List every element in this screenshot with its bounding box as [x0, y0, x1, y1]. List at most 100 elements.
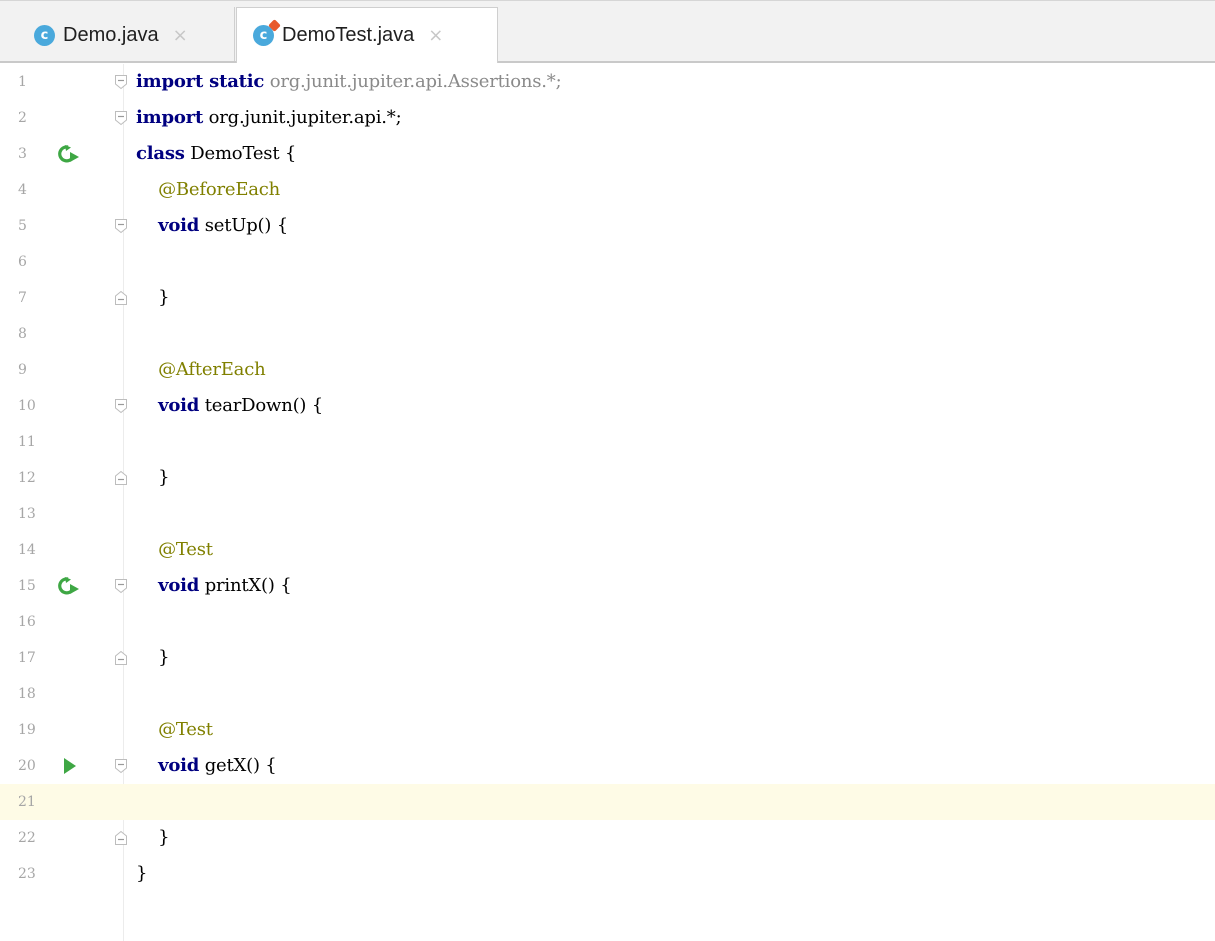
code-line[interactable]: 23}	[0, 856, 1215, 892]
code-line[interactable]: 2 import org.junit.jupiter.api.*;	[0, 100, 1215, 136]
fold-start-icon[interactable]	[113, 398, 129, 414]
code-token: }	[136, 863, 148, 884]
fold-end-icon[interactable]	[113, 290, 129, 306]
keyword-token: void	[158, 755, 200, 776]
fold-start-icon[interactable]	[113, 578, 129, 594]
code-line[interactable]: 18	[0, 676, 1215, 712]
code-line[interactable]: 6	[0, 244, 1215, 280]
code-line[interactable]: 19 @Test	[0, 712, 1215, 748]
line-number: 9	[18, 362, 27, 378]
fold-start-icon[interactable]	[113, 74, 129, 90]
fold-start-icon[interactable]	[113, 110, 129, 126]
line-number: 1	[18, 74, 27, 90]
tab-label: DemoTest.java	[282, 24, 415, 46]
annotation-token: @Test	[136, 539, 213, 560]
code-token: }	[136, 827, 170, 848]
run-test-icon[interactable]	[58, 756, 80, 776]
code-line[interactable]: 13	[0, 496, 1215, 532]
code-line[interactable]: 21	[0, 784, 1215, 820]
code-line[interactable]: 14 @Test	[0, 532, 1215, 568]
fold-end-icon[interactable]	[113, 650, 129, 666]
code-text: void tearDown() {	[136, 388, 323, 424]
code-text: }	[136, 856, 147, 892]
code-line[interactable]: 10 void tearDown() {	[0, 388, 1215, 424]
annotation-token: @AfterEach	[136, 359, 266, 380]
code-line[interactable]: 3 class DemoTest {	[0, 136, 1215, 172]
code-line[interactable]: 20 void getX() {	[0, 748, 1215, 784]
code-token: }	[136, 287, 170, 308]
code-token: org.junit.jupiter.api.*;	[203, 107, 402, 128]
code-token: DemoTest {	[184, 143, 297, 164]
code-text: import org.junit.jupiter.api.*;	[136, 100, 402, 136]
rerun-test-icon[interactable]	[58, 576, 80, 596]
code-token: tearDown() {	[199, 395, 324, 416]
code-line[interactable]: 16	[0, 604, 1215, 640]
keyword-token: import static	[136, 71, 265, 92]
tab-label: Demo.java	[63, 23, 159, 46]
fold-start-icon[interactable]	[113, 218, 129, 234]
line-number: 13	[18, 506, 36, 522]
class-icon: c	[34, 24, 55, 46]
line-number: 12	[18, 470, 36, 486]
close-icon[interactable]: ×	[173, 25, 188, 46]
keyword-token: void	[158, 395, 200, 416]
line-number: 17	[18, 650, 36, 666]
code-line[interactable]: 4 @BeforeEach	[0, 172, 1215, 208]
code-token: }	[136, 647, 170, 668]
keyword-token: import	[136, 107, 204, 128]
keyword-token: void	[158, 575, 200, 596]
fold-end-icon[interactable]	[113, 830, 129, 846]
test-class-icon: c	[253, 19, 281, 46]
code-text: }	[136, 280, 169, 316]
code-token: getX() {	[199, 755, 277, 776]
code-line[interactable]: 15 void printX() {	[0, 568, 1215, 604]
line-number: 18	[18, 686, 36, 702]
line-number: 2	[18, 110, 27, 126]
code-text: @Test	[136, 532, 213, 568]
code-line[interactable]: 7 }	[0, 280, 1215, 316]
line-number: 4	[18, 182, 27, 198]
line-number: 5	[18, 218, 27, 234]
line-number: 6	[18, 254, 27, 270]
code-text: @Test	[136, 712, 213, 748]
code-line[interactable]: 12 }	[0, 460, 1215, 496]
line-number: 21	[18, 794, 36, 810]
code-line[interactable]: 8	[0, 316, 1215, 352]
line-number: 8	[18, 326, 27, 342]
close-icon[interactable]: ×	[428, 25, 443, 46]
keyword-token: void	[158, 215, 200, 236]
code-line[interactable]: 17 }	[0, 640, 1215, 676]
line-number: 11	[18, 434, 36, 450]
code-token: setUp() {	[199, 215, 288, 236]
code-editor[interactable]: 1 import static org.junit.jupiter.api.Ass…	[0, 64, 1215, 941]
code-token: }	[136, 467, 170, 488]
annotation-token: @BeforeEach	[136, 179, 281, 200]
code-text: }	[136, 820, 169, 856]
code-line[interactable]: 5 void setUp() {	[0, 208, 1215, 244]
code-line[interactable]: 22 }	[0, 820, 1215, 856]
code-text: void printX() {	[136, 568, 292, 604]
code-text: void setUp() {	[136, 208, 288, 244]
rerun-test-icon[interactable]	[58, 144, 80, 164]
code-line[interactable]: 1 import static org.junit.jupiter.api.Ass…	[0, 64, 1215, 100]
code-line[interactable]: 11	[0, 424, 1215, 460]
line-number: 7	[18, 290, 27, 306]
code-token: printX() {	[199, 575, 292, 596]
line-number: 19	[18, 722, 36, 738]
fold-start-icon[interactable]	[113, 758, 129, 774]
tab-demo-java[interactable]: c Demo.java ×	[10, 7, 235, 63]
code-text: class DemoTest {	[136, 136, 296, 172]
editor-tab-bar: c Demo.java × c DemoTest.java ×	[0, 0, 1215, 63]
fold-end-icon[interactable]	[113, 470, 129, 486]
line-number: 22	[18, 830, 36, 846]
line-number: 23	[18, 866, 36, 882]
code-text: import static org.junit.jupiter.api.Asse…	[136, 64, 562, 100]
code-text: @BeforeEach	[136, 172, 280, 208]
annotation-token: @Test	[136, 719, 213, 740]
line-number: 10	[18, 398, 36, 414]
code-line[interactable]: 9 @AfterEach	[0, 352, 1215, 388]
tab-demotest-java[interactable]: c DemoTest.java ×	[236, 7, 498, 63]
